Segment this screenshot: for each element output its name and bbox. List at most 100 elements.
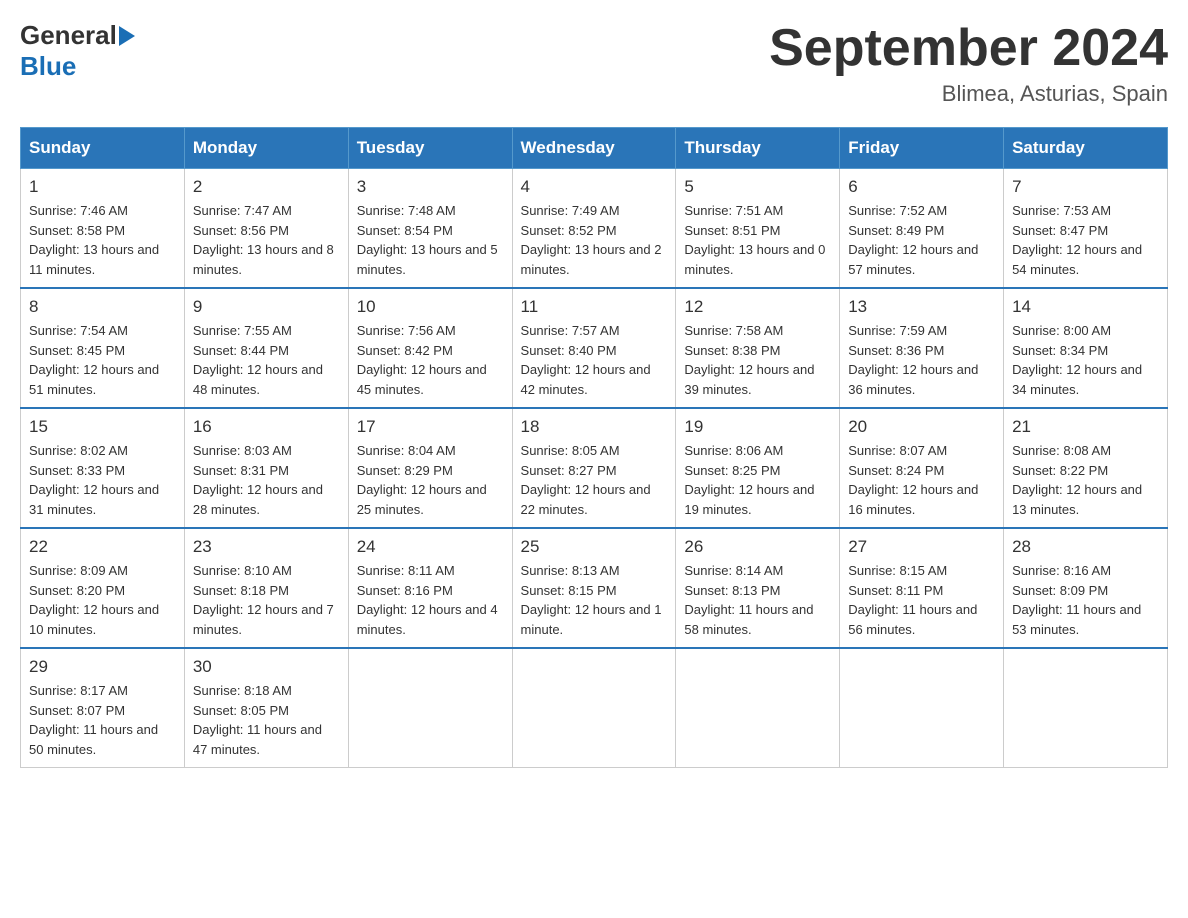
day-number: 26 [684, 537, 831, 557]
calendar-cell: 17 Sunrise: 8:04 AM Sunset: 8:29 PM Dayl… [348, 408, 512, 528]
day-number: 13 [848, 297, 995, 317]
col-monday: Monday [184, 128, 348, 169]
col-thursday: Thursday [676, 128, 840, 169]
calendar-cell: 18 Sunrise: 8:05 AM Sunset: 8:27 PM Dayl… [512, 408, 676, 528]
day-number: 8 [29, 297, 176, 317]
calendar-cell: 27 Sunrise: 8:15 AM Sunset: 8:11 PM Dayl… [840, 528, 1004, 648]
calendar-table: Sunday Monday Tuesday Wednesday Thursday… [20, 127, 1168, 768]
day-info: Sunrise: 7:52 AM Sunset: 8:49 PM Dayligh… [848, 201, 995, 279]
calendar-cell: 5 Sunrise: 7:51 AM Sunset: 8:51 PM Dayli… [676, 169, 840, 289]
calendar-cell: 26 Sunrise: 8:14 AM Sunset: 8:13 PM Dayl… [676, 528, 840, 648]
calendar-cell: 16 Sunrise: 8:03 AM Sunset: 8:31 PM Dayl… [184, 408, 348, 528]
day-info: Sunrise: 7:54 AM Sunset: 8:45 PM Dayligh… [29, 321, 176, 399]
calendar-cell: 21 Sunrise: 8:08 AM Sunset: 8:22 PM Dayl… [1004, 408, 1168, 528]
logo-general-text: General [20, 20, 117, 51]
title-area: September 2024 Blimea, Asturias, Spain [769, 20, 1168, 107]
day-number: 28 [1012, 537, 1159, 557]
day-number: 21 [1012, 417, 1159, 437]
day-number: 20 [848, 417, 995, 437]
day-info: Sunrise: 8:17 AM Sunset: 8:07 PM Dayligh… [29, 681, 176, 759]
day-info: Sunrise: 7:58 AM Sunset: 8:38 PM Dayligh… [684, 321, 831, 399]
day-info: Sunrise: 7:56 AM Sunset: 8:42 PM Dayligh… [357, 321, 504, 399]
location-title: Blimea, Asturias, Spain [769, 81, 1168, 107]
day-number: 15 [29, 417, 176, 437]
day-info: Sunrise: 7:47 AM Sunset: 8:56 PM Dayligh… [193, 201, 340, 279]
day-number: 1 [29, 177, 176, 197]
calendar-cell: 19 Sunrise: 8:06 AM Sunset: 8:25 PM Dayl… [676, 408, 840, 528]
day-number: 2 [193, 177, 340, 197]
calendar-cell: 7 Sunrise: 7:53 AM Sunset: 8:47 PM Dayli… [1004, 169, 1168, 289]
day-number: 16 [193, 417, 340, 437]
day-number: 17 [357, 417, 504, 437]
day-info: Sunrise: 7:55 AM Sunset: 8:44 PM Dayligh… [193, 321, 340, 399]
day-number: 27 [848, 537, 995, 557]
calendar-cell: 22 Sunrise: 8:09 AM Sunset: 8:20 PM Dayl… [21, 528, 185, 648]
day-number: 11 [521, 297, 668, 317]
day-info: Sunrise: 7:53 AM Sunset: 8:47 PM Dayligh… [1012, 201, 1159, 279]
day-info: Sunrise: 8:08 AM Sunset: 8:22 PM Dayligh… [1012, 441, 1159, 519]
page-header: General Blue September 2024 Blimea, Astu… [20, 20, 1168, 107]
calendar-cell: 24 Sunrise: 8:11 AM Sunset: 8:16 PM Dayl… [348, 528, 512, 648]
col-friday: Friday [840, 128, 1004, 169]
day-info: Sunrise: 8:05 AM Sunset: 8:27 PM Dayligh… [521, 441, 668, 519]
calendar-cell [1004, 648, 1168, 768]
day-number: 6 [848, 177, 995, 197]
logo-blue-text: Blue [20, 51, 76, 82]
day-info: Sunrise: 8:10 AM Sunset: 8:18 PM Dayligh… [193, 561, 340, 639]
day-number: 18 [521, 417, 668, 437]
calendar-cell: 3 Sunrise: 7:48 AM Sunset: 8:54 PM Dayli… [348, 169, 512, 289]
day-info: Sunrise: 8:09 AM Sunset: 8:20 PM Dayligh… [29, 561, 176, 639]
day-info: Sunrise: 8:13 AM Sunset: 8:15 PM Dayligh… [521, 561, 668, 639]
day-number: 23 [193, 537, 340, 557]
logo-area: General Blue [20, 20, 137, 82]
day-number: 7 [1012, 177, 1159, 197]
day-info: Sunrise: 8:18 AM Sunset: 8:05 PM Dayligh… [193, 681, 340, 759]
calendar-cell: 6 Sunrise: 7:52 AM Sunset: 8:49 PM Dayli… [840, 169, 1004, 289]
col-saturday: Saturday [1004, 128, 1168, 169]
day-number: 14 [1012, 297, 1159, 317]
day-info: Sunrise: 8:14 AM Sunset: 8:13 PM Dayligh… [684, 561, 831, 639]
day-info: Sunrise: 8:16 AM Sunset: 8:09 PM Dayligh… [1012, 561, 1159, 639]
calendar-cell: 8 Sunrise: 7:54 AM Sunset: 8:45 PM Dayli… [21, 288, 185, 408]
day-number: 25 [521, 537, 668, 557]
col-sunday: Sunday [21, 128, 185, 169]
day-info: Sunrise: 7:46 AM Sunset: 8:58 PM Dayligh… [29, 201, 176, 279]
day-number: 5 [684, 177, 831, 197]
day-number: 24 [357, 537, 504, 557]
calendar-cell: 14 Sunrise: 8:00 AM Sunset: 8:34 PM Dayl… [1004, 288, 1168, 408]
day-info: Sunrise: 7:49 AM Sunset: 8:52 PM Dayligh… [521, 201, 668, 279]
day-info: Sunrise: 7:59 AM Sunset: 8:36 PM Dayligh… [848, 321, 995, 399]
col-wednesday: Wednesday [512, 128, 676, 169]
calendar-week-2: 8 Sunrise: 7:54 AM Sunset: 8:45 PM Dayli… [21, 288, 1168, 408]
calendar-cell: 15 Sunrise: 8:02 AM Sunset: 8:33 PM Dayl… [21, 408, 185, 528]
calendar-cell: 12 Sunrise: 7:58 AM Sunset: 8:38 PM Dayl… [676, 288, 840, 408]
calendar-cell [348, 648, 512, 768]
col-tuesday: Tuesday [348, 128, 512, 169]
day-info: Sunrise: 8:15 AM Sunset: 8:11 PM Dayligh… [848, 561, 995, 639]
logo-arrow-icon [119, 26, 135, 46]
day-number: 3 [357, 177, 504, 197]
day-number: 19 [684, 417, 831, 437]
calendar-cell: 9 Sunrise: 7:55 AM Sunset: 8:44 PM Dayli… [184, 288, 348, 408]
calendar-cell [676, 648, 840, 768]
calendar-header-row: Sunday Monday Tuesday Wednesday Thursday… [21, 128, 1168, 169]
day-info: Sunrise: 7:51 AM Sunset: 8:51 PM Dayligh… [684, 201, 831, 279]
calendar-cell: 29 Sunrise: 8:17 AM Sunset: 8:07 PM Dayl… [21, 648, 185, 768]
day-info: Sunrise: 8:00 AM Sunset: 8:34 PM Dayligh… [1012, 321, 1159, 399]
calendar-cell [840, 648, 1004, 768]
calendar-cell: 1 Sunrise: 7:46 AM Sunset: 8:58 PM Dayli… [21, 169, 185, 289]
day-number: 9 [193, 297, 340, 317]
month-title: September 2024 [769, 20, 1168, 77]
day-info: Sunrise: 8:11 AM Sunset: 8:16 PM Dayligh… [357, 561, 504, 639]
day-info: Sunrise: 7:48 AM Sunset: 8:54 PM Dayligh… [357, 201, 504, 279]
day-info: Sunrise: 8:07 AM Sunset: 8:24 PM Dayligh… [848, 441, 995, 519]
calendar-cell: 30 Sunrise: 8:18 AM Sunset: 8:05 PM Dayl… [184, 648, 348, 768]
calendar-cell: 13 Sunrise: 7:59 AM Sunset: 8:36 PM Dayl… [840, 288, 1004, 408]
day-number: 10 [357, 297, 504, 317]
calendar-cell: 20 Sunrise: 8:07 AM Sunset: 8:24 PM Dayl… [840, 408, 1004, 528]
calendar-week-4: 22 Sunrise: 8:09 AM Sunset: 8:20 PM Dayl… [21, 528, 1168, 648]
day-info: Sunrise: 8:02 AM Sunset: 8:33 PM Dayligh… [29, 441, 176, 519]
day-number: 12 [684, 297, 831, 317]
day-info: Sunrise: 7:57 AM Sunset: 8:40 PM Dayligh… [521, 321, 668, 399]
calendar-week-1: 1 Sunrise: 7:46 AM Sunset: 8:58 PM Dayli… [21, 169, 1168, 289]
